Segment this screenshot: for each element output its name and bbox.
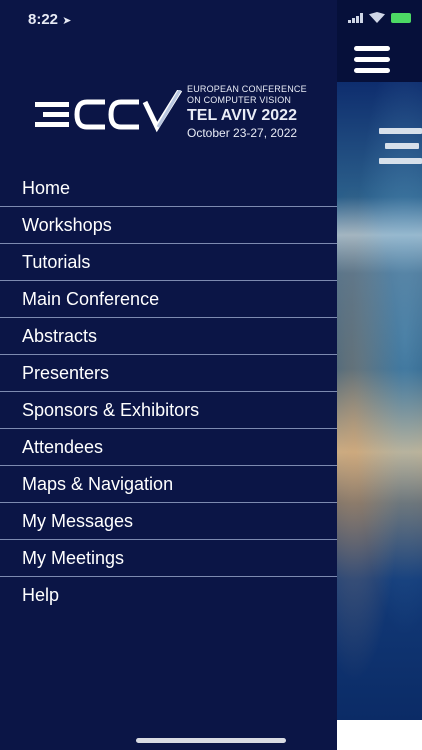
eccv-logo: EUROPEAN CONFERENCE ON COMPUTER VISION T… — [35, 84, 325, 144]
home-indicator[interactable] — [136, 738, 286, 743]
location-arrow-icon: ➤ — [62, 15, 72, 27]
background-logo-bar — [379, 158, 422, 164]
menu-item-my-meetings[interactable]: My Meetings — [0, 540, 337, 577]
menu-item-main-conference[interactable]: Main Conference — [0, 281, 337, 318]
menu-item-my-messages[interactable]: My Messages — [0, 503, 337, 540]
status-indicators — [348, 12, 411, 23]
menu-item-presenters[interactable]: Presenters — [0, 355, 337, 392]
menu-item-abstracts[interactable]: Abstracts — [0, 318, 337, 355]
background-logo-bar — [379, 128, 422, 134]
conference-city-photo — [337, 82, 422, 720]
background-screen — [337, 0, 422, 750]
menu-item-workshops[interactable]: Workshops — [0, 207, 337, 244]
hamburger-icon[interactable] — [354, 46, 390, 76]
menu-item-tutorials[interactable]: Tutorials — [0, 244, 337, 281]
eccv-logo-text: EUROPEAN CONFERENCE ON COMPUTER VISION T… — [187, 84, 307, 140]
menu-item-sponsors-exhibitors[interactable]: Sponsors & Exhibitors — [0, 392, 337, 429]
wifi-icon — [369, 12, 385, 23]
menu-item-help[interactable]: Help — [0, 577, 337, 613]
menu-item-home[interactable]: Home — [0, 170, 337, 207]
menu-item-maps-navigation[interactable]: Maps & Navigation — [0, 466, 337, 503]
eccv-logo-mark — [35, 90, 183, 133]
brand-location-year: TEL AVIV 2022 — [187, 107, 297, 124]
background-logo-bar — [385, 143, 419, 149]
brand-line-1: EUROPEAN CONFERENCE — [187, 84, 307, 94]
menu-item-attendees[interactable]: Attendees — [0, 429, 337, 466]
battery-icon — [391, 12, 411, 23]
background-footer — [337, 720, 422, 750]
status-time: 8:22 ➤ — [28, 11, 72, 28]
navigation-drawer: 8:22 ➤ EUROPEAN CONFERENCE ON COMPUTER V… — [0, 0, 337, 750]
cellular-signal-icon — [348, 12, 363, 23]
drawer-menu: Home Workshops Tutorials Main Conference… — [0, 170, 337, 613]
brand-dates: October 23-27, 2022 — [187, 126, 298, 140]
brand-line-2: ON COMPUTER VISION — [187, 95, 292, 105]
